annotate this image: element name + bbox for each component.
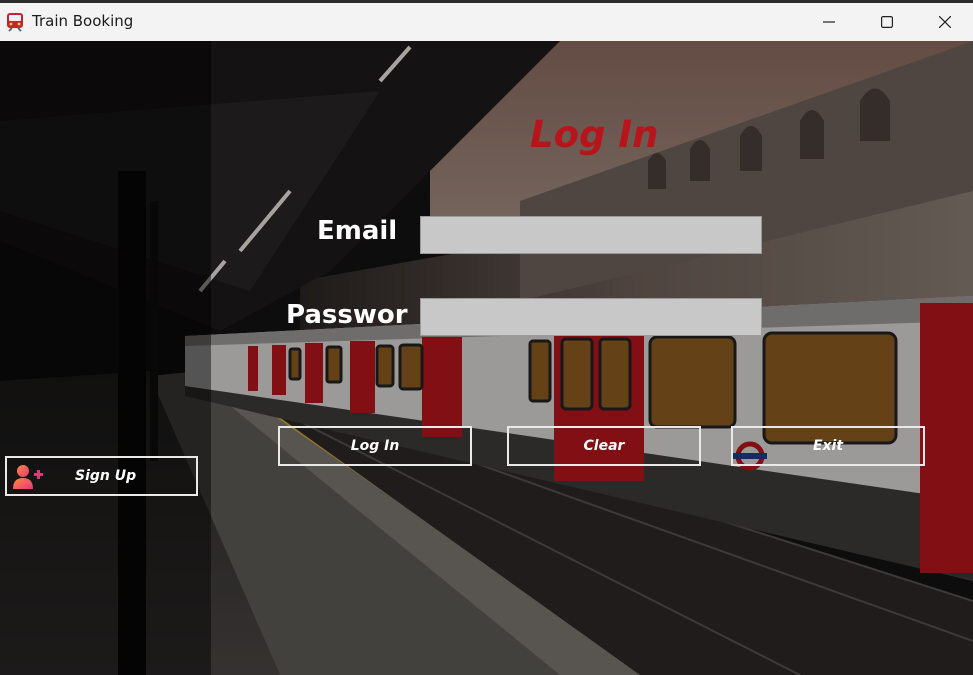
minimize-icon — [823, 21, 835, 23]
password-label: Passwor — [286, 300, 408, 330]
email-field[interactable] — [420, 216, 762, 254]
train-icon — [7, 13, 23, 32]
sign-up-button[interactable]: Sign Up — [5, 456, 198, 496]
clear-button[interactable]: Clear — [507, 426, 701, 466]
sign-up-label: Sign Up — [75, 468, 137, 484]
background-scene — [0, 41, 973, 675]
minimize-button[interactable] — [800, 3, 858, 41]
exit-button[interactable]: Exit — [731, 426, 925, 466]
left-shade-panel — [0, 41, 211, 675]
close-icon — [939, 16, 951, 28]
window-title: Train Booking — [32, 12, 134, 30]
maximize-button[interactable] — [858, 3, 916, 41]
form-title: Log In — [530, 113, 659, 156]
login-button[interactable]: Log In — [278, 426, 472, 466]
title-bar: Train Booking — [0, 0, 973, 41]
password-field[interactable] — [420, 298, 762, 336]
maximize-icon — [881, 16, 893, 28]
email-label: Email — [317, 216, 398, 246]
close-button[interactable] — [916, 3, 973, 41]
add-user-icon — [13, 465, 43, 489]
